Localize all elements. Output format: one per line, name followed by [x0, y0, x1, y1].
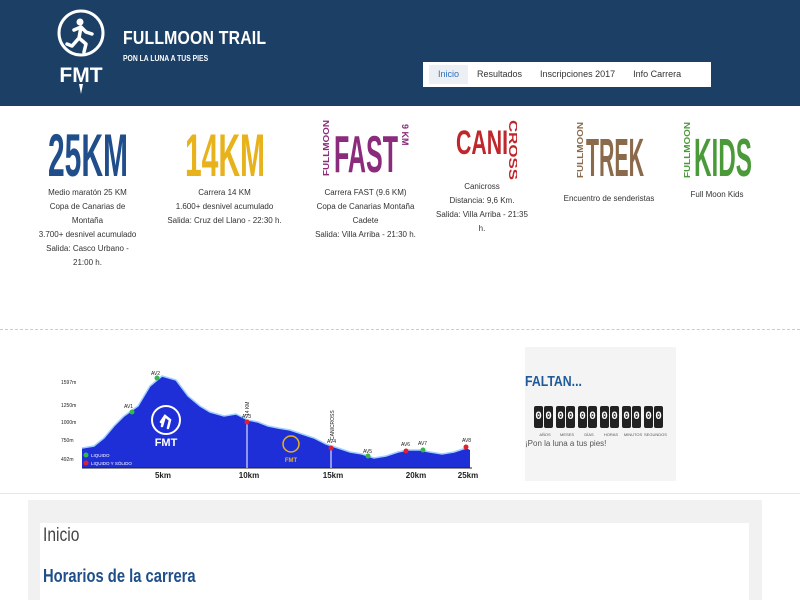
svg-text:AV2: AV2	[151, 371, 160, 377]
race-logo-25km[interactable]: 25KM	[47, 118, 129, 182]
race-logo-canicross[interactable]: CANI CROSS	[447, 118, 517, 182]
countdown-label-minutes: MINUTOS	[623, 432, 643, 437]
countdown-digit: 0	[600, 406, 609, 428]
race-card-trek: FULLMOON TREK Encuentro de senderistas	[557, 118, 661, 206]
section-divider	[0, 493, 800, 494]
section-title: Horarios de la carrera	[43, 566, 196, 586]
countdown-digit: 0	[566, 406, 575, 428]
svg-text:AV6: AV6	[401, 442, 410, 448]
race-logo-trek[interactable]: FULLMOON TREK	[571, 118, 647, 182]
svg-text:AV1: AV1	[124, 404, 133, 410]
svg-text:14 KM: 14 KM	[245, 402, 251, 416]
elevation-label-492: 492m	[61, 457, 74, 463]
elevation-label-1250: 1250m	[61, 403, 76, 409]
svg-text:FMT: FMT	[155, 437, 178, 449]
race-card-canicross: CANI CROSS Canicross Distancia: 9,6 Km. …	[432, 118, 532, 236]
race-logo-14km[interactable]: 14KM	[184, 118, 266, 182]
svg-text:FMT: FMT	[285, 458, 298, 464]
countdown-unit-labels: AÑOS MESES DÍAS HORAS MINUTOS SEGUNDOS	[534, 432, 667, 437]
countdown-digit: 0	[578, 406, 587, 428]
race-desc-fast: Carrera FAST (9.6 KM) Copa de Canarias M…	[315, 188, 416, 239]
main-nav: Inicio Resultados Inscripciones 2017 Inf…	[423, 62, 711, 87]
svg-text:AV8: AV8	[462, 438, 471, 444]
svg-text:5km: 5km	[155, 471, 171, 480]
svg-text:10km: 10km	[239, 471, 259, 480]
race-desc-trek: Encuentro de senderistas	[563, 194, 655, 203]
svg-text:FULLMOON: FULLMOON	[683, 122, 692, 178]
countdown-digits: 0 0 0 0 0 0 0 0 0 0 0 0	[534, 406, 664, 428]
race-card-fast: FULLMOON FAST 9 KM Carrera FAST (9.6 KM)…	[303, 118, 428, 242]
countdown-label-years: AÑOS	[539, 432, 551, 437]
race-logo-kids[interactable]: FULLMOON KIDS	[679, 118, 755, 182]
race-card-25km: 25KM Medio maratón 25 KM Copa de Canaria…	[35, 118, 140, 270]
race-desc-25km: Medio maratón 25 KM Copa de Canarias de …	[38, 188, 137, 267]
svg-text:15km: 15km	[323, 471, 343, 480]
countdown-digit: 0	[644, 406, 653, 428]
page-title: Inicio	[43, 525, 80, 546]
svg-text:9 KM: 9 KM	[400, 124, 409, 146]
countdown-title: FALTAN...	[525, 373, 582, 390]
site-tagline: PON LA LUNA A TUS PIES	[123, 54, 209, 63]
countdown-widget: FALTAN... 0 0 0 0 0 0 0 0 0 0 0 0 AÑOS M…	[525, 347, 676, 481]
svg-text:CANICROSS: CANICROSS	[330, 410, 336, 440]
nav-item-resultados[interactable]: Resultados	[468, 65, 531, 84]
svg-text:CROSS: CROSS	[506, 120, 517, 180]
svg-text:20km: 20km	[406, 471, 426, 480]
site-title[interactable]: FULLMOON TRAIL	[123, 28, 266, 49]
countdown-label-months: MESES	[559, 432, 574, 437]
svg-text:TREK: TREK	[586, 128, 644, 182]
svg-text:LIQUIDO Y SÓLIDO: LIQUIDO Y SÓLIDO	[91, 460, 132, 466]
race-logo-fast[interactable]: FULLMOON FAST 9 KM	[323, 118, 409, 182]
race-desc-kids: Full Moon Kids	[690, 190, 744, 199]
countdown-digit: 0	[632, 406, 641, 428]
countdown-message: ¡Pon la luna a tus pies!	[525, 439, 607, 448]
fmt-logo[interactable]: FMT	[50, 8, 112, 94]
elevation-label-750: 750m	[61, 438, 74, 444]
section-divider	[0, 329, 800, 330]
nav-item-inicio[interactable]: Inicio	[429, 65, 469, 84]
nav-item-info-carrera[interactable]: Info Carrera	[624, 65, 690, 84]
countdown-label-seconds: SEGUNDOS	[644, 432, 667, 437]
svg-text:LIQUIDO: LIQUIDO	[91, 453, 110, 458]
race-desc-canicross: Canicross Distancia: 9,6 Km. Salida: Vil…	[436, 182, 528, 233]
svg-text:AV7: AV7	[418, 441, 427, 447]
countdown-digit: 0	[588, 406, 597, 428]
countdown-digit: 0	[556, 406, 565, 428]
race-desc-14km: Carrera 14 KM 1.600+ desnivel acumulado …	[167, 188, 282, 225]
countdown-label-days: DÍAS	[584, 432, 594, 437]
elevation-profile-image[interactable]: 1597m 1250m 1000m 750m 492m AV1 AV2 AV3 …	[58, 366, 488, 482]
content-panel: Inicio Horarios de la carrera	[40, 523, 749, 600]
countdown-digit: 0	[544, 406, 553, 428]
countdown-digit: 0	[654, 406, 663, 428]
countdown-label-hours: HORAS	[603, 432, 619, 437]
svg-text:FAST: FAST	[334, 126, 398, 182]
race-card-kids: FULLMOON KIDS Full Moon Kids	[672, 118, 762, 202]
svg-text:CANI: CANI	[456, 124, 508, 162]
svg-text:25km: 25km	[458, 471, 478, 480]
elevation-label-1000: 1000m	[61, 420, 76, 426]
svg-text:FULLMOON: FULLMOON	[323, 120, 331, 176]
svg-text:14KM: 14KM	[185, 122, 265, 182]
countdown-digit: 0	[610, 406, 619, 428]
svg-text:FMT: FMT	[59, 64, 102, 87]
svg-text:25KM: 25KM	[48, 122, 128, 182]
svg-text:KIDS: KIDS	[694, 128, 752, 182]
race-card-14km: 14KM Carrera 14 KM 1.600+ desnivel acumu…	[162, 118, 287, 228]
countdown-digit: 0	[534, 406, 543, 428]
site-header: FMT FULLMOON TRAIL PON LA LUNA A TUS PIE…	[0, 0, 800, 106]
svg-text:FULLMOON: FULLMOON	[576, 122, 585, 178]
svg-text:AV5: AV5	[363, 449, 372, 455]
elevation-label-1597: 1597m	[61, 380, 76, 386]
countdown-digit: 0	[622, 406, 631, 428]
nav-item-inscripciones[interactable]: Inscripciones 2017	[531, 65, 624, 84]
